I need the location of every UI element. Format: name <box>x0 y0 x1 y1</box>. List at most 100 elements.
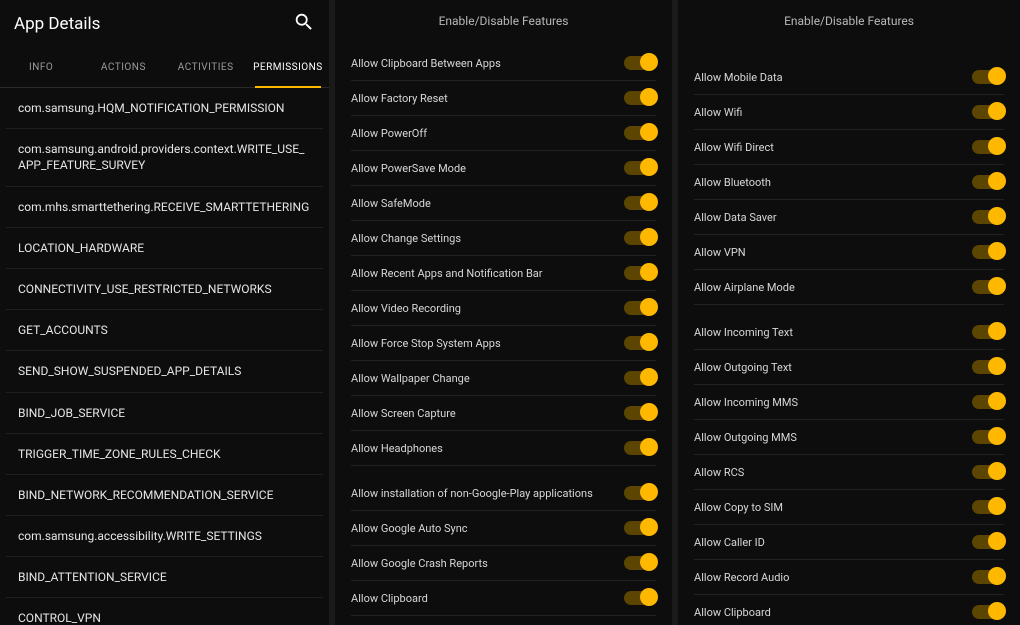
tab-info[interactable]: INFO <box>0 48 82 87</box>
feature-row: Allow Airplane Mode <box>694 270 1004 305</box>
permission-item[interactable]: SEND_SHOW_SUSPENDED_APP_DETAILS <box>6 351 323 392</box>
feature-row: Allow installation of non-Google-Play ap… <box>351 476 656 511</box>
feature-row: Allow Wifi <box>694 95 1004 130</box>
feature-row: Allow Bluetooth <box>694 165 1004 200</box>
feature-row: Allow Outgoing Text <box>694 350 1004 385</box>
feature-toggle[interactable] <box>624 486 656 500</box>
feature-toggle[interactable] <box>624 231 656 245</box>
feature-toggle[interactable] <box>972 175 1004 189</box>
feature-toggle[interactable] <box>624 556 656 570</box>
feature-row: Allow Force Stop System Apps <box>351 326 656 361</box>
feature-toggle[interactable] <box>972 395 1004 409</box>
feature-label: Allow SafeMode <box>351 197 431 210</box>
feature-row: Allow Factory Reset <box>351 81 656 116</box>
feature-toggle[interactable] <box>972 210 1004 224</box>
feature-toggle[interactable] <box>624 91 656 105</box>
feature-row: Allow Video Recording <box>351 291 656 326</box>
feature-label: Allow Copy to SIM <box>694 501 783 514</box>
feature-toggle[interactable] <box>972 140 1004 154</box>
permission-item[interactable]: BIND_NETWORK_RECOMMENDATION_SERVICE <box>6 475 323 516</box>
permission-item[interactable]: BIND_JOB_SERVICE <box>6 393 323 434</box>
feature-row: Allow VPN <box>694 235 1004 270</box>
permission-item[interactable]: GET_ACCOUNTS <box>6 310 323 351</box>
feature-row: Allow Outgoing MMS <box>694 420 1004 455</box>
permission-item[interactable]: BIND_ATTENTION_SERVICE <box>6 557 323 598</box>
feature-toggle[interactable] <box>624 301 656 315</box>
feature-toggle[interactable] <box>624 336 656 350</box>
feature-toggle[interactable] <box>624 371 656 385</box>
feature-label: Allow Clipboard Between Apps <box>351 57 501 70</box>
permission-item[interactable]: TRIGGER_TIME_ZONE_RULES_CHECK <box>6 434 323 475</box>
feature-row: Allow PowerOff <box>351 116 656 151</box>
permission-item[interactable]: com.samsung.HQM_NOTIFICATION_PERMISSION <box>6 88 323 129</box>
feature-list[interactable]: Allow Mobile DataAllow Wifi Allow Wifi Di… <box>678 46 1020 625</box>
features-panel-1: Enable/Disable Features Allow Clipboard … <box>335 0 672 625</box>
feature-row: Allow Recent Apps and Notification Bar <box>351 256 656 291</box>
feature-row: Allow Mobile Data <box>694 60 1004 95</box>
feature-toggle[interactable] <box>624 521 656 535</box>
feature-toggle[interactable] <box>972 465 1004 479</box>
feature-toggle[interactable] <box>972 280 1004 294</box>
feature-row: Allow Clipboard <box>351 581 656 616</box>
feature-label: Allow Force Stop System Apps <box>351 337 501 350</box>
feature-label: Allow Factory Reset <box>351 92 448 105</box>
feature-toggle[interactable] <box>624 161 656 175</box>
feature-row: Allow Clipboard Between Apps <box>351 46 656 81</box>
feature-toggle[interactable] <box>624 266 656 280</box>
feature-label: Allow Video Recording <box>351 302 461 315</box>
feature-toggle[interactable] <box>972 500 1004 514</box>
feature-toggle[interactable] <box>972 605 1004 619</box>
feature-list[interactable]: Allow Clipboard Between Apps Allow Factor… <box>335 46 672 625</box>
feature-toggle[interactable] <box>972 570 1004 584</box>
feature-row: Allow Data Saver <box>694 200 1004 235</box>
feature-row: Allow Screen Capture <box>351 396 656 431</box>
feature-toggle[interactable] <box>972 535 1004 549</box>
feature-label: Allow Google Auto Sync <box>351 522 468 535</box>
permissions-list[interactable]: com.samsung.HQM_NOTIFICATION_PERMISSIONc… <box>0 88 329 625</box>
tab-bar: INFOACTIONSACTIVITIESPERMISSIONS <box>0 48 329 88</box>
feature-row: Allow Caller ID <box>694 525 1004 560</box>
section-header: Enable/Disable Features <box>678 0 1020 46</box>
feature-row: Allow Copy to SIM <box>694 490 1004 525</box>
permission-item[interactable]: com.samsung.accessibility.WRITE_SETTINGS <box>6 516 323 557</box>
feature-toggle[interactable] <box>624 441 656 455</box>
permission-item[interactable]: CONNECTIVITY_USE_RESTRICTED_NETWORKS <box>6 269 323 310</box>
feature-toggle[interactable] <box>972 325 1004 339</box>
feature-toggle[interactable] <box>972 245 1004 259</box>
feature-label: Allow installation of non-Google-Play ap… <box>351 487 593 500</box>
feature-row: Allow PowerSave Mode <box>351 151 656 186</box>
feature-toggle[interactable] <box>624 196 656 210</box>
feature-label: Allow Clipboard <box>351 592 428 605</box>
feature-toggle[interactable] <box>972 70 1004 84</box>
feature-label: Allow Airplane Mode <box>694 281 795 294</box>
permission-item[interactable]: com.samsung.android.providers.context.WR… <box>6 129 323 186</box>
feature-label: Allow Wallpaper Change <box>351 372 470 385</box>
features-panel-2: Enable/Disable Features Allow Mobile Dat… <box>678 0 1020 625</box>
feature-toggle[interactable] <box>624 406 656 420</box>
permission-item[interactable]: CONTROL_VPN <box>6 598 323 625</box>
feature-label: Allow PowerOff <box>351 127 427 140</box>
tab-activities[interactable]: ACTIVITIES <box>165 48 247 87</box>
feature-label: Allow Headphones <box>351 442 443 455</box>
feature-label: Allow Data Saver <box>694 211 777 224</box>
feature-toggle[interactable] <box>972 430 1004 444</box>
feature-toggle[interactable] <box>624 56 656 70</box>
feature-label: Allow Outgoing Text <box>694 361 792 374</box>
feature-label: Allow Change Settings <box>351 232 461 245</box>
permission-item[interactable]: LOCATION_HARDWARE <box>6 228 323 269</box>
feature-toggle[interactable] <box>624 126 656 140</box>
search-icon[interactable] <box>293 11 315 37</box>
feature-row: Allow Incoming MMS <box>694 385 1004 420</box>
app-details-panel: App Details INFOACTIONSACTIVITIESPERMISS… <box>0 0 329 625</box>
feature-label: Allow Wifi Direct <box>694 141 774 154</box>
feature-row: Allow SafeMode <box>351 186 656 221</box>
feature-toggle[interactable] <box>972 360 1004 374</box>
feature-toggle[interactable] <box>972 105 1004 119</box>
tab-permissions[interactable]: PERMISSIONS <box>247 48 329 87</box>
permission-item[interactable]: com.mhs.smarttethering.RECEIVE_SMARTTETH… <box>6 187 323 228</box>
feature-row: Allow RCS <box>694 455 1004 490</box>
tab-actions[interactable]: ACTIONS <box>82 48 164 87</box>
feature-toggle[interactable] <box>624 591 656 605</box>
feature-label: Allow Caller ID <box>694 536 765 549</box>
feature-label: Allow Screen Capture <box>351 407 456 420</box>
